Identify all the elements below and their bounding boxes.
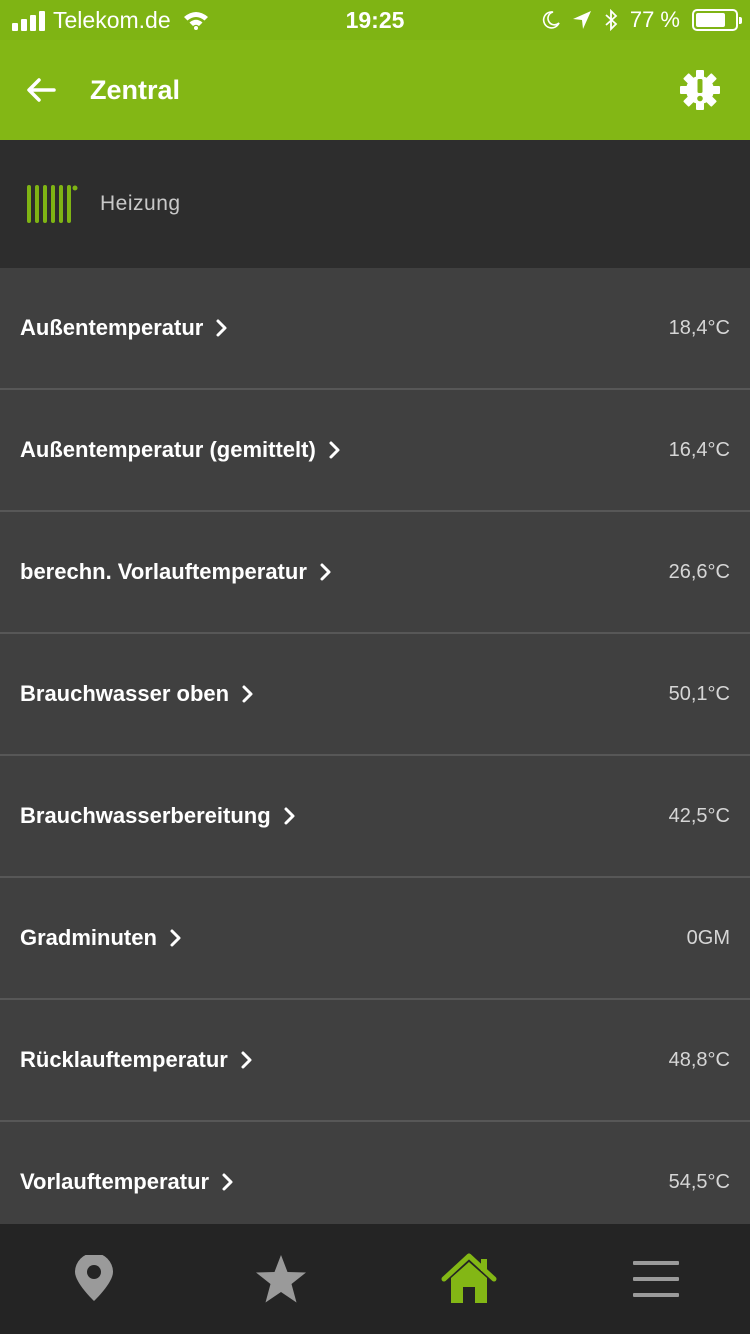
bottom-nav — [0, 1224, 750, 1334]
bluetooth-icon — [605, 9, 618, 31]
page-title: Zentral — [90, 75, 181, 105]
item-value: 16,4°C — [668, 439, 730, 461]
item-value: 26,6°C — [668, 561, 730, 583]
tab-menu[interactable] — [563, 1224, 750, 1334]
list-item[interactable]: Brauchwasserbereitung 42,5°C — [0, 756, 750, 878]
tab-map[interactable] — [0, 1224, 188, 1334]
app-screen: Telekom.de 19:25 77 % Zentral Heizung Au… — [0, 0, 750, 1334]
app-bar: Zentral — [0, 40, 750, 140]
chevron-right-icon — [216, 319, 227, 337]
item-label: Brauchwasser oben — [20, 681, 230, 706]
item-value: 18,4°C — [668, 317, 730, 339]
moon-icon — [542, 11, 560, 29]
chevron-right-icon — [242, 685, 253, 703]
chevron-right-icon — [284, 807, 295, 825]
arrow-left-icon — [27, 78, 56, 102]
status-bar: Telekom.de 19:25 77 % — [0, 0, 750, 40]
location-arrow-icon — [572, 11, 591, 29]
radiator-icon — [27, 185, 78, 223]
tab-home[interactable] — [375, 1224, 563, 1334]
list-item[interactable]: Außentemperatur (gemittelt) 16,4°C — [0, 390, 750, 512]
item-label: Rücklauftemperatur — [20, 1047, 228, 1072]
list-item[interactable]: Gradminuten 0GM — [0, 878, 750, 1000]
home-icon — [441, 1253, 497, 1303]
item-label: Außentemperatur (gemittelt) — [20, 437, 316, 462]
item-label: Außentemperatur — [20, 315, 204, 340]
measurement-list: Außentemperatur 18,4°C Außentemperatur (… — [0, 268, 750, 1244]
menu-icon — [633, 1261, 680, 1297]
back-button[interactable] — [18, 70, 64, 110]
star-icon — [256, 1255, 307, 1303]
chevron-right-icon — [222, 1173, 233, 1191]
item-value: 0GM — [686, 927, 730, 949]
item-label: Brauchwasserbereitung — [20, 803, 271, 828]
map-pin-icon — [74, 1255, 113, 1301]
battery-level — [696, 13, 726, 27]
chevron-right-icon — [170, 929, 181, 947]
section-title: Heizung — [100, 192, 181, 215]
item-label: Gradminuten — [20, 925, 157, 950]
item-label: Vorlauftemperatur — [20, 1169, 210, 1194]
list-item[interactable]: berechn. Vorlauftemperatur 26,6°C — [0, 512, 750, 634]
item-value: 48,8°C — [668, 1049, 730, 1071]
battery-icon — [692, 9, 742, 31]
item-value: 50,1°C — [668, 683, 730, 705]
gear-alert-icon — [680, 70, 720, 110]
settings-button[interactable] — [678, 68, 722, 112]
item-value: 42,5°C — [668, 805, 730, 827]
chevron-right-icon — [241, 1051, 252, 1069]
chevron-right-icon — [329, 441, 340, 459]
battery-percent: 77 % — [629, 7, 680, 32]
item-label: berechn. Vorlauftemperatur — [20, 559, 307, 584]
status-right: 77 % — [542, 0, 742, 40]
list-item[interactable]: Brauchwasser oben 50,1°C — [0, 634, 750, 756]
list-item[interactable]: Außentemperatur 18,4°C — [0, 268, 750, 390]
chevron-right-icon — [320, 563, 331, 581]
tab-favorites[interactable] — [188, 1224, 376, 1334]
section-header: Heizung — [0, 140, 750, 268]
list-item[interactable]: Rücklauftemperatur 48,8°C — [0, 1000, 750, 1122]
